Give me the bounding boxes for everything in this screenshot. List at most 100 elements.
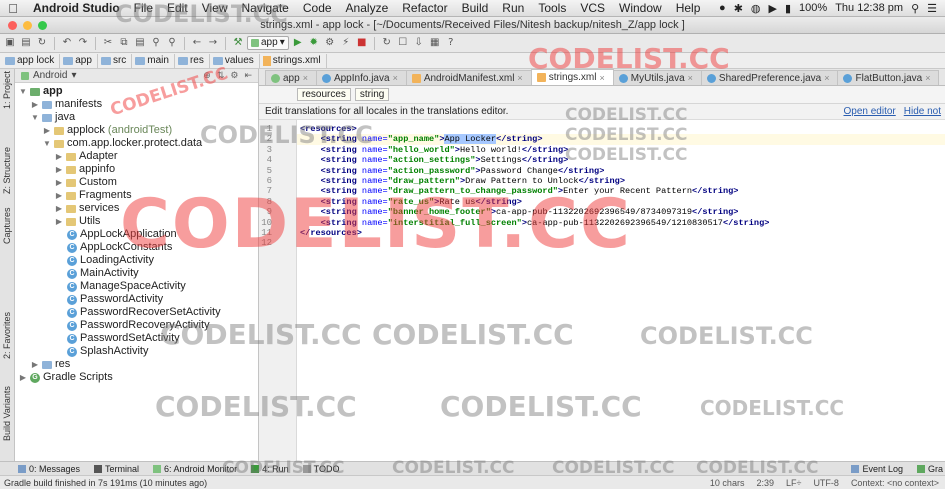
close-icon[interactable]: × xyxy=(824,73,829,83)
android-device-monitor-icon[interactable]: ▦ xyxy=(428,36,442,50)
menu-vcs[interactable]: VCS xyxy=(573,0,612,17)
collapsed-arrow-icon[interactable]: ▶ xyxy=(31,358,39,371)
help-icon[interactable]: ? xyxy=(444,36,458,50)
open-editor-link[interactable]: Open editor xyxy=(843,106,895,117)
close-icon[interactable]: × xyxy=(599,73,604,83)
collapse-all-icon[interactable]: ⇅ xyxy=(217,70,225,81)
tab-captures[interactable]: Captures xyxy=(2,207,12,244)
apply-changes-icon[interactable]: ⚡ xyxy=(339,36,353,50)
tab-sharedpreference-java[interactable]: SharedPreference.java × xyxy=(700,70,839,85)
collapsed-arrow-icon[interactable]: ▶ xyxy=(31,98,39,111)
clock[interactable]: Thu 12:38 pm xyxy=(835,2,903,14)
breadcrumb-main[interactable]: main xyxy=(132,53,175,68)
run-config-select[interactable]: app ▾ xyxy=(247,36,289,50)
collapsed-arrow-icon[interactable]: ▶ xyxy=(55,176,63,189)
expanded-arrow-icon[interactable]: ▼ xyxy=(31,111,39,124)
undo-icon[interactable]: ↶ xyxy=(60,36,74,50)
collapsed-arrow-icon[interactable]: ▶ xyxy=(55,202,63,215)
tree-node-app[interactable]: ▼ app xyxy=(19,85,63,98)
expanded-arrow-icon[interactable]: ▼ xyxy=(19,85,27,98)
close-icon[interactable]: × xyxy=(688,73,693,83)
stop-icon[interactable]: ■ xyxy=(355,36,369,50)
tree-node-applock[interactable]: ▶ applock (androidTest) xyxy=(43,124,172,137)
replace-icon[interactable]: ⚲ xyxy=(165,36,179,50)
hide-panel-icon[interactable]: ⇤ xyxy=(244,70,252,81)
menu-navigate[interactable]: Navigate xyxy=(234,0,295,17)
save-all-icon[interactable]: ▤ xyxy=(19,36,33,50)
tree-node-fragments[interactable]: ▶ Fragments xyxy=(55,189,132,202)
close-icon[interactable]: × xyxy=(925,73,930,83)
tool-terminal[interactable]: Terminal xyxy=(94,464,139,474)
tab-build-variants[interactable]: Build Variants xyxy=(2,386,12,441)
caret-position[interactable]: 2:39 xyxy=(756,478,774,488)
tree-node-services[interactable]: ▶ services xyxy=(55,202,119,215)
tool-run[interactable]: 4: Run xyxy=(251,464,289,474)
tree-node-class[interactable]: C PasswordRecoverSetActivity xyxy=(67,306,221,319)
menu-help[interactable]: Help xyxy=(669,0,708,17)
spotlight-icon[interactable]: ⚲ xyxy=(911,2,919,15)
scroll-from-source-icon[interactable]: ⊕ xyxy=(203,70,211,81)
menu-file[interactable]: File xyxy=(127,0,160,17)
collapsed-arrow-icon[interactable]: ▶ xyxy=(55,150,63,163)
collapsed-arrow-icon[interactable]: ▶ xyxy=(43,124,51,137)
breadcrumb-app-lock[interactable]: app lock xyxy=(2,53,61,68)
menu-edit[interactable]: Edit xyxy=(160,0,195,17)
menu-window[interactable]: Window xyxy=(612,0,669,17)
line-separator[interactable]: LF÷ xyxy=(786,478,801,488)
tree-node-manifests[interactable]: ▶ manifests xyxy=(31,98,102,111)
breadcrumb-src[interactable]: src xyxy=(98,53,133,68)
menu-view[interactable]: View xyxy=(195,0,235,17)
tool-messages[interactable]: 0: Messages xyxy=(18,464,80,474)
make-project-icon[interactable]: ⚒ xyxy=(231,36,245,50)
tree-node-class[interactable]: C LoadingActivity xyxy=(67,254,154,267)
menu-analyze[interactable]: Analyze xyxy=(339,0,396,17)
collapsed-arrow-icon[interactable]: ▶ xyxy=(55,189,63,202)
notification-center-icon[interactable]: ☰ xyxy=(927,2,937,15)
tab-strings-xml[interactable]: strings.xml × xyxy=(530,69,614,85)
menu-run[interactable]: Run xyxy=(495,0,531,17)
tree-node-class[interactable]: C PasswordSetActivity xyxy=(67,332,180,345)
settings-icon[interactable]: ⚙ xyxy=(230,70,238,81)
tab-androidmanifest-xml[interactable]: AndroidManifest.xml × xyxy=(405,70,532,85)
tree-node-class[interactable]: C AppLockConstants xyxy=(67,241,172,254)
tool-gradle-console[interactable]: Gra xyxy=(916,464,945,474)
paste-icon[interactable]: ▤ xyxy=(133,36,147,50)
close-icon[interactable]: × xyxy=(303,73,308,83)
tree-node-res[interactable]: ▶ res xyxy=(31,358,70,371)
tab-appinfo-java[interactable]: AppInfo.java × xyxy=(315,70,407,85)
breadcrumb-values[interactable]: values xyxy=(210,53,260,68)
chevron-down-icon[interactable]: ▾ xyxy=(71,70,76,81)
tree-node-class[interactable]: C MainActivity xyxy=(67,267,139,280)
find-icon[interactable]: ⚲ xyxy=(149,36,163,50)
file-encoding[interactable]: UTF-8 xyxy=(813,478,839,488)
close-icon[interactable]: × xyxy=(393,73,398,83)
tree-node-class[interactable]: C AppLockApplication xyxy=(67,228,177,241)
cut-icon[interactable]: ✂ xyxy=(101,36,115,50)
tree-node-class[interactable]: C ManageSpaceActivity xyxy=(67,280,186,293)
tree-node-appinfo[interactable]: ▶ appinfo xyxy=(55,163,115,176)
redo-icon[interactable]: ↷ xyxy=(76,36,90,50)
collapsed-arrow-icon[interactable]: ▶ xyxy=(55,215,63,228)
menu-build[interactable]: Build xyxy=(455,0,496,17)
xml-crumb-resources[interactable]: resources xyxy=(297,88,351,101)
code-editor[interactable]: <resources> <string name="app_name">App … xyxy=(297,120,945,461)
tab-favorites[interactable]: 2: Favorites xyxy=(2,312,12,359)
sync-icon[interactable]: ↻ xyxy=(35,36,49,50)
battery-icon[interactable]: ▮ xyxy=(785,2,791,15)
menu-tools[interactable]: Tools xyxy=(531,0,573,17)
tree-node-class[interactable]: C PasswordRecoveryActivity xyxy=(67,319,210,332)
copy-icon[interactable]: ⧉ xyxy=(117,36,131,50)
open-folder-icon[interactable]: ▣ xyxy=(3,36,17,50)
avd-manager-icon[interactable]: ☐ xyxy=(396,36,410,50)
gradle-sync-icon[interactable]: ↻ xyxy=(380,36,394,50)
tab-flatbutton-java[interactable]: FlatButton.java × xyxy=(837,70,940,85)
menu-refactor[interactable]: Refactor xyxy=(395,0,454,17)
tab-structure[interactable]: Z: Structure xyxy=(2,147,12,194)
tool-event-log[interactable]: Event Log xyxy=(851,464,903,474)
tree-node-adapter[interactable]: ▶ Adapter xyxy=(55,150,118,163)
breadcrumb-res[interactable]: res xyxy=(175,53,210,68)
breadcrumb-strings-xml[interactable]: strings.xml xyxy=(260,53,327,68)
tab-project[interactable]: 1: Project xyxy=(2,71,12,109)
tree-node-gradle-scripts[interactable]: ▶ G Gradle Scripts xyxy=(19,371,113,384)
debug-icon[interactable]: ✹ xyxy=(307,36,321,50)
